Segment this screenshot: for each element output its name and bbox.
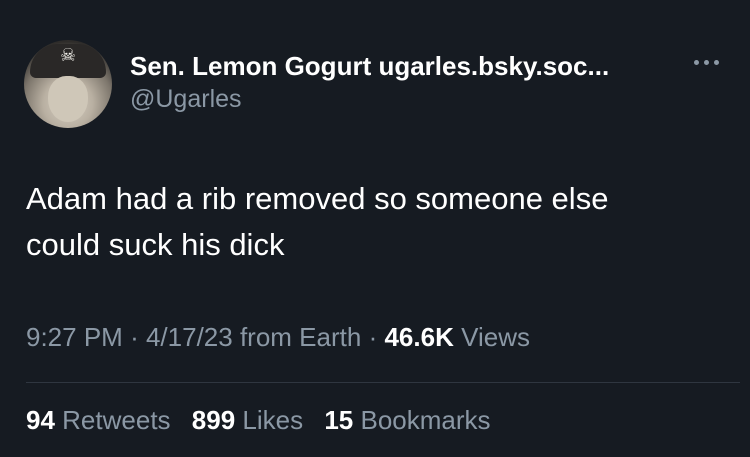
tweet-text: Adam had a rib removed so someone else c… <box>26 176 716 268</box>
retweets-count: 94 <box>26 405 55 435</box>
author-handle[interactable]: @Ugarles <box>130 84 609 114</box>
meta-separator: · <box>368 322 378 352</box>
tweet-time[interactable]: 9:27 PM <box>26 322 123 352</box>
more-dot <box>694 59 699 65</box>
avatar-face <box>48 76 88 122</box>
more-dot <box>704 59 709 65</box>
views-count: 46.6K <box>384 322 454 352</box>
tweet-header: Sen. Lemon Gogurt ugarles.bsky.soc... @U… <box>130 50 609 114</box>
tweet-meta: 9:27 PM · 4/17/23 from Earth · 46.6K Vie… <box>26 322 530 353</box>
likes-stat[interactable]: 899 Likes <box>192 405 303 435</box>
likes-count: 899 <box>191 405 236 435</box>
likes-label: Likes <box>242 405 304 435</box>
author-display-name[interactable]: Sen. Lemon Gogurt ugarles.bsky.soc... <box>130 50 609 82</box>
divider <box>26 382 740 383</box>
bookmarks-count: 15 <box>324 405 354 435</box>
meta-separator: · <box>130 322 139 352</box>
retweets-label: Retweets <box>62 405 171 435</box>
avatar[interactable]: ☠ <box>24 40 112 128</box>
retweets-stat[interactable]: 94 Retweets <box>26 405 171 435</box>
skull-crossbones-icon: ☠ <box>60 45 77 65</box>
engagement-stats: 94 Retweets 899 Likes 15 Bookmarks <box>26 405 505 436</box>
tweet-text-line: Adam had a rib removed so someone else <box>26 181 609 216</box>
more-horizontal-icon[interactable] <box>694 56 722 68</box>
tweet-date[interactable]: 4/17/23 <box>146 322 233 352</box>
bookmarks-label: Bookmarks <box>360 405 491 435</box>
bookmarks-stat[interactable]: 15 Bookmarks <box>324 405 490 435</box>
views-label: Views <box>461 322 530 352</box>
more-dot <box>714 59 719 65</box>
tweet-source: from Earth <box>239 322 362 352</box>
tweet-text-line: could suck his dick <box>26 227 285 262</box>
